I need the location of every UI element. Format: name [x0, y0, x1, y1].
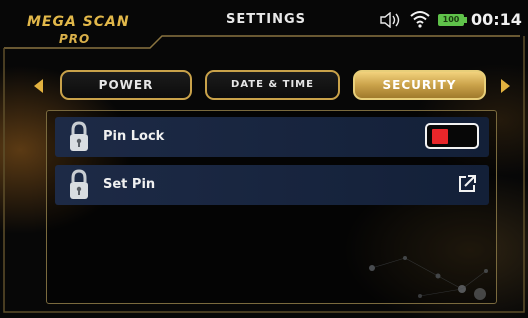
setting-row-pin-lock[interactable]: Pin Lock: [55, 117, 489, 157]
brand-subname: PRO: [59, 32, 91, 46]
battery-icon: 100: [438, 14, 467, 26]
clock: 00:14: [471, 10, 522, 29]
padlock-icon: [70, 121, 88, 151]
padlock-icon: [70, 169, 88, 199]
page-title: SETTINGS: [225, 12, 307, 27]
tab-security[interactable]: SECURITY: [353, 70, 486, 100]
volume-icon: [380, 12, 400, 28]
device-screen: MEGA SCAN PRO SETTINGS 100 00:14 POWER D…: [0, 0, 528, 318]
brand-logo: MEGA SCAN PRO: [27, 12, 137, 52]
brand-name: MEGA SCAN: [27, 14, 130, 30]
pin-lock-toggle[interactable]: [425, 123, 479, 149]
set-pin-label: Set Pin: [103, 177, 156, 192]
tab-power[interactable]: POWER: [60, 70, 192, 100]
wifi-icon: [410, 11, 430, 28]
external-edit-icon[interactable]: [457, 174, 477, 194]
toggle-knob: [432, 129, 448, 144]
tab-date-time[interactable]: DATE & TIME: [205, 70, 340, 100]
tab-next-arrow-icon[interactable]: [501, 79, 510, 93]
setting-row-set-pin[interactable]: Set Pin: [55, 165, 489, 205]
tab-prev-arrow-icon[interactable]: [34, 79, 43, 93]
pin-lock-label: Pin Lock: [103, 129, 165, 144]
